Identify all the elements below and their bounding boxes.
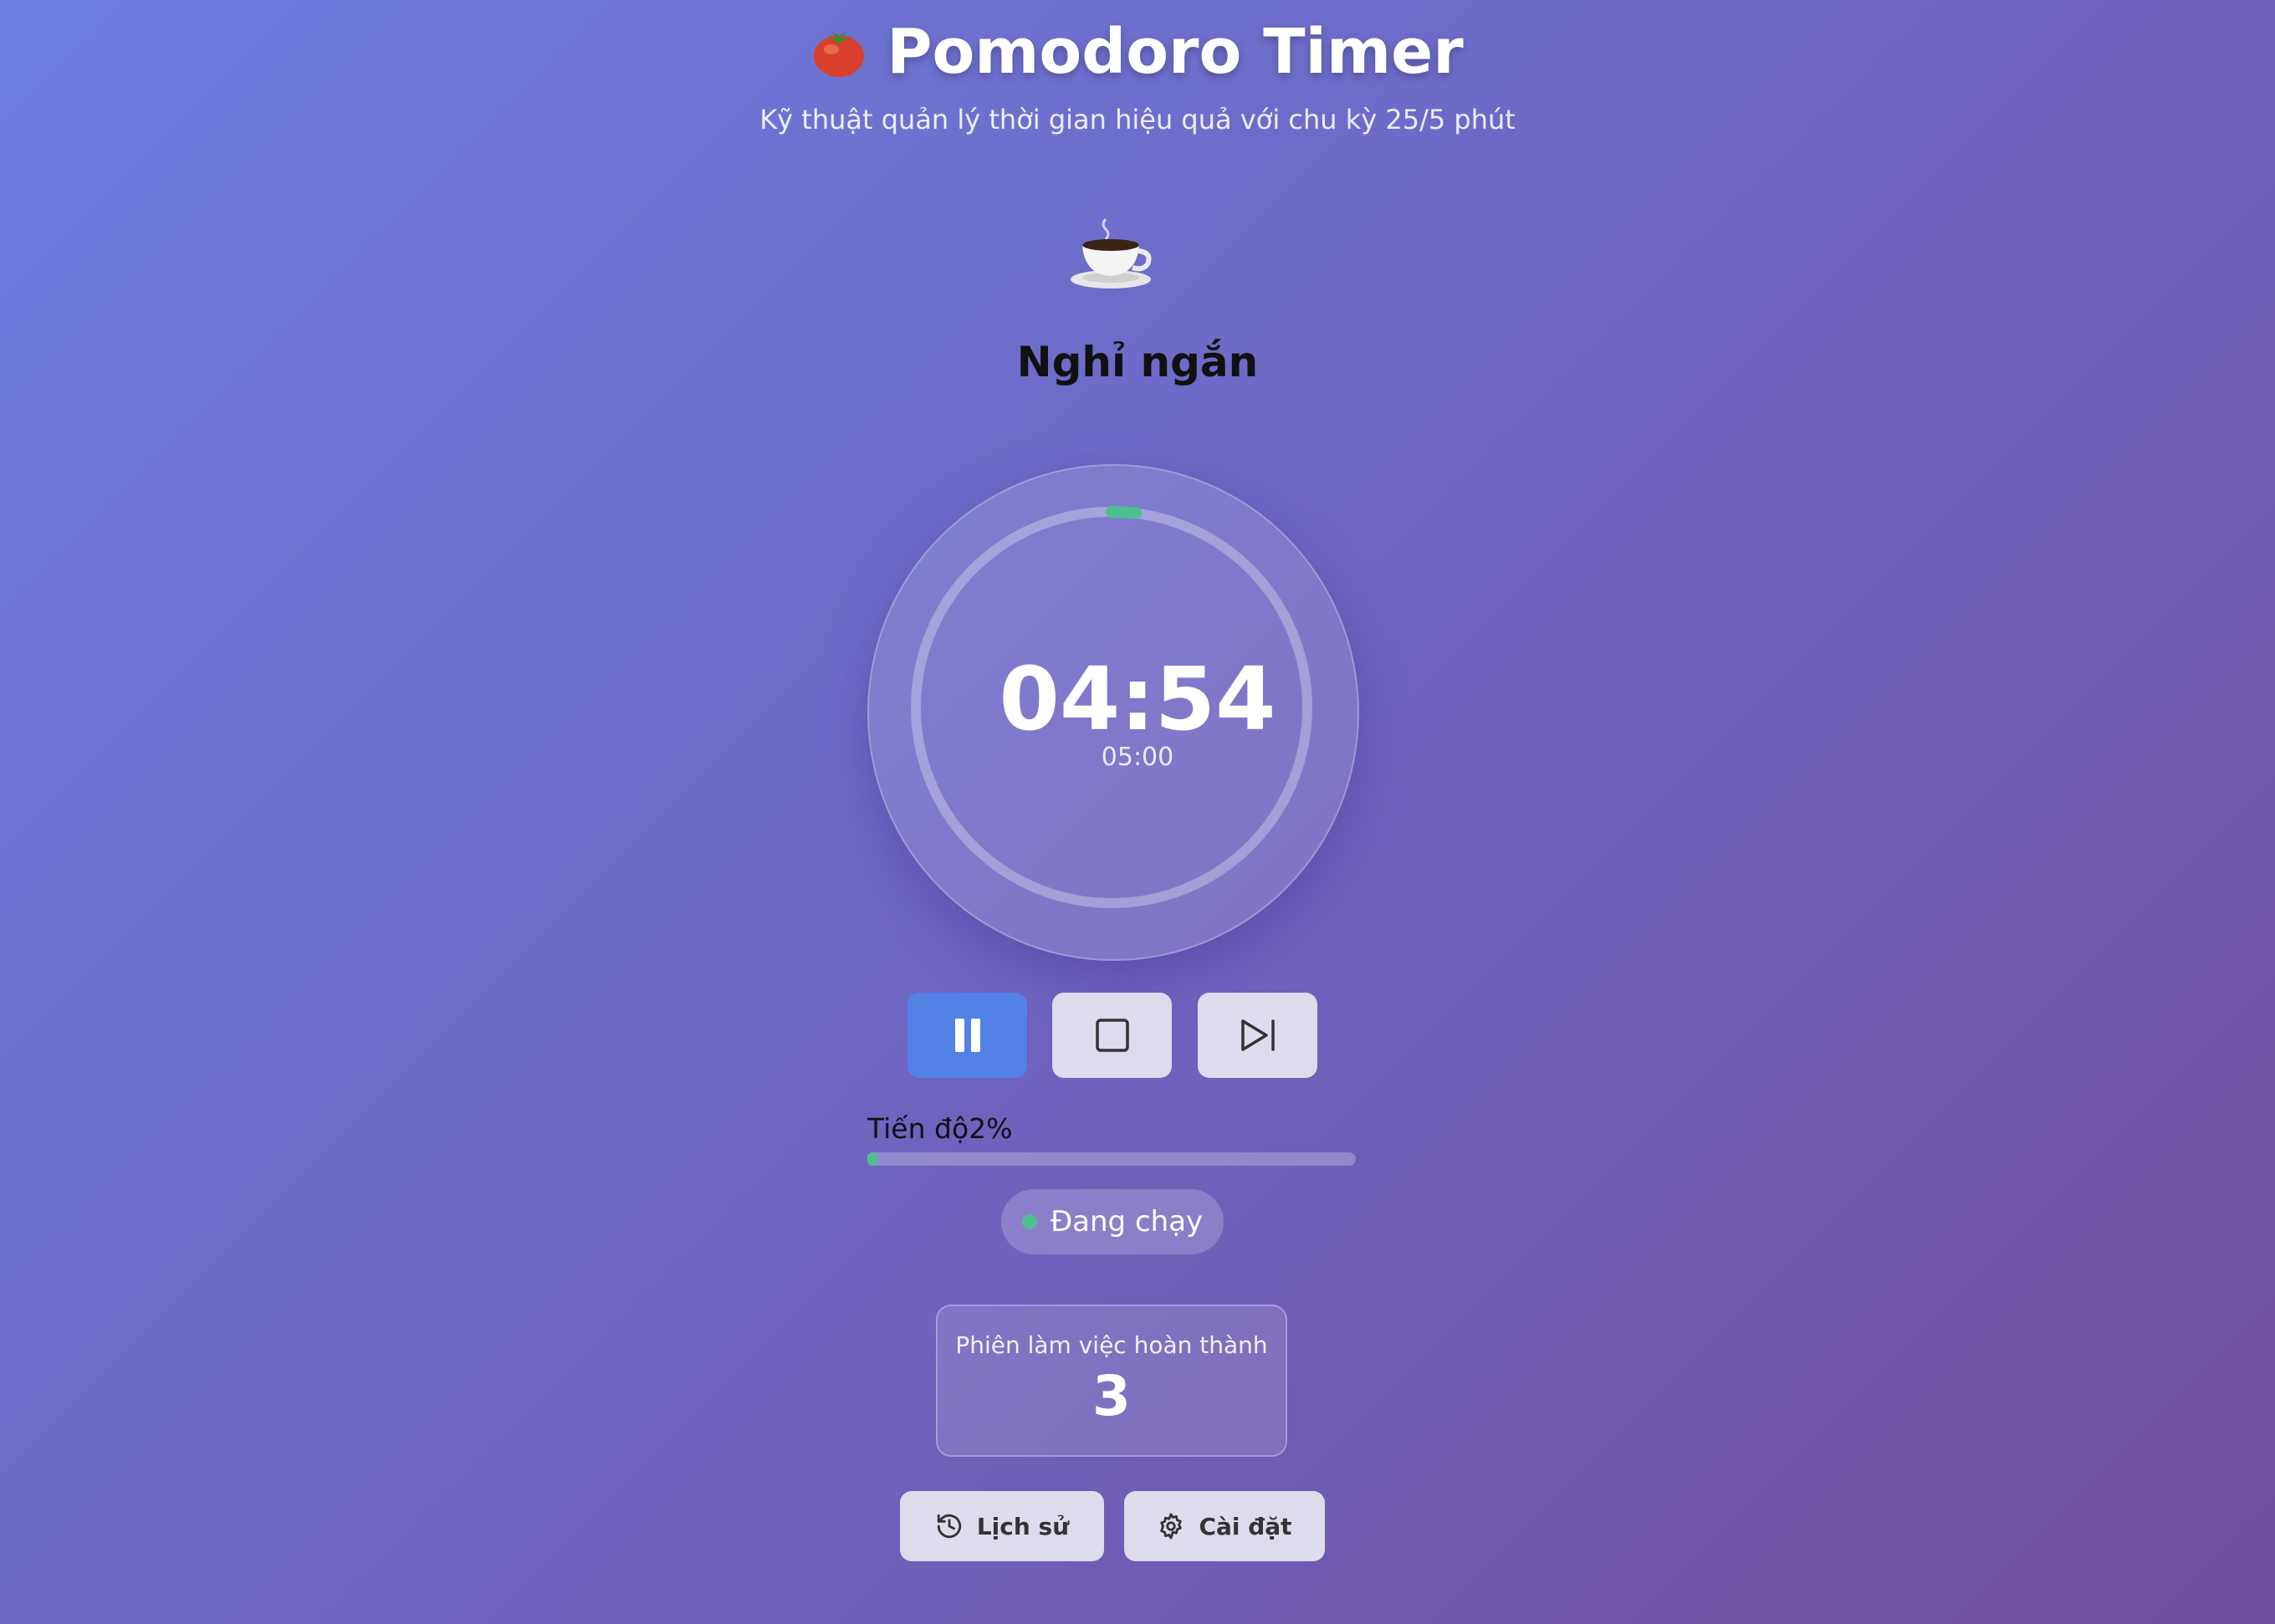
mode-label: Nghỉ ngắn xyxy=(1016,338,1259,386)
status-badge: Đang chạy xyxy=(1001,1189,1224,1254)
pause-icon xyxy=(954,1019,980,1052)
status-text: Đang chạy xyxy=(1050,1205,1204,1238)
completed-sessions-card: Phiên làm việc hoàn thành 3 xyxy=(936,1305,1287,1457)
time-total: 05:00 xyxy=(1101,743,1174,772)
progress-label-text: Tiến độ xyxy=(867,1112,969,1145)
history-label: Lịch sử xyxy=(976,1512,1070,1540)
progress-percent: 2% xyxy=(969,1112,1013,1145)
progress-bar-fill xyxy=(867,1152,877,1166)
completed-sessions-value: 3 xyxy=(1092,1364,1131,1428)
progress-bar xyxy=(867,1152,1356,1166)
title-text: Pomodoro Timer xyxy=(887,16,1464,88)
status-dot xyxy=(1021,1214,1037,1229)
header: Pomodoro Timer Kỹ thuật quản lý thời gia… xyxy=(0,12,2275,135)
progress-label: Tiến độ2% xyxy=(867,1112,1013,1145)
page-title: Pomodoro Timer xyxy=(0,12,2275,92)
settings-label: Cài đặt xyxy=(1199,1512,1292,1540)
time-remaining: 04:54 xyxy=(999,648,1276,750)
gear-icon xyxy=(1160,1513,1183,1540)
history-button[interactable]: Lịch sử xyxy=(900,1491,1104,1561)
stop-icon xyxy=(1095,1019,1129,1052)
settings-button[interactable]: Cài đặt xyxy=(1124,1491,1325,1561)
pause-button[interactable] xyxy=(907,993,1027,1078)
skip-button[interactable] xyxy=(1198,993,1317,1078)
completed-sessions-label: Phiên làm việc hoàn thành xyxy=(955,1331,1268,1359)
coffee-cup-icon xyxy=(1071,217,1152,289)
history-icon xyxy=(937,1514,961,1539)
subtitle: Kỹ thuật quản lý thời gian hiệu quả với … xyxy=(759,104,1516,135)
tomato-icon xyxy=(814,31,865,77)
skip-forward-icon xyxy=(1240,1019,1275,1051)
stop-button[interactable] xyxy=(1052,993,1172,1078)
